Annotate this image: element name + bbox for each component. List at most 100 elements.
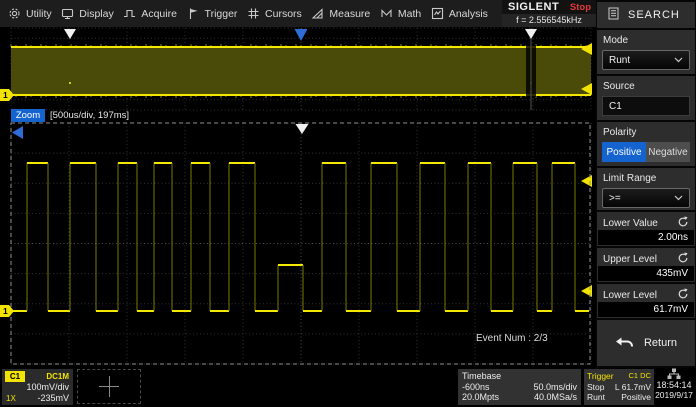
return-arrow-icon (615, 335, 635, 351)
channel1-scale: 100mV/div (26, 382, 69, 392)
upper-level-section: Upper Level 435mV (597, 248, 695, 282)
channel1-probe: 1X (6, 394, 16, 403)
clock-time: 18:54:14 (652, 380, 696, 390)
source-label: Source (597, 76, 695, 92)
zoom-window-border (11, 123, 590, 364)
zoom-timebase-info: [500us/div, 197ms] (50, 109, 129, 122)
upper-level-field[interactable]: 435mV (598, 266, 694, 281)
chevron-down-icon (674, 55, 683, 66)
zoom-tag[interactable]: Zoom (11, 109, 45, 122)
menu-item-cursors[interactable]: Cursors (247, 7, 302, 20)
search-event-marker[interactable] (64, 29, 76, 39)
list-icon (608, 7, 619, 23)
zoom-event-marker[interactable] (296, 124, 309, 134)
trigger-descriptor[interactable]: Trigger C1 DC Stop L 61.7mV Runt Positiv… (584, 369, 654, 405)
trigger-title: Trigger (587, 371, 614, 382)
channel1-descriptor[interactable]: C1 DC1M 100mV/div 1X -235mV (2, 369, 73, 405)
limit-range-label: Limit Range (597, 168, 695, 184)
channel1-badge: C1 (5, 371, 25, 382)
source-selector[interactable]: C1 (602, 96, 690, 116)
limit-range-section: Limit Range >= (597, 168, 695, 210)
lan-icon (652, 368, 696, 379)
brand-logo: SIGLENT (508, 1, 559, 13)
brand-status-box: SIGLENT Stop f = 2.556545kHz (502, 0, 596, 27)
menu-item-label: Acquire (141, 8, 177, 20)
search-event-marker[interactable] (525, 29, 537, 39)
rotate-knob-icon (677, 288, 689, 303)
trigger-status: Stop (587, 382, 605, 393)
mode-section: Mode Runt (597, 30, 695, 74)
rotate-knob-icon (677, 252, 689, 267)
source-section: Source C1 (597, 76, 695, 120)
menu-item-label: Measure (329, 8, 370, 20)
limit-range-dropdown[interactable]: >= (602, 188, 690, 208)
scope-display[interactable]: 11 (0, 0, 596, 368)
analysis-icon (431, 7, 444, 20)
menu-bar: Utility Display Acquire Trigger Cursors … (0, 0, 502, 27)
mode-value: Runt (609, 55, 630, 66)
trigger-source: C1 DC (628, 371, 651, 382)
lower-value-field[interactable]: 2.00ns (598, 230, 694, 245)
polarity-label: Polarity (597, 122, 695, 138)
return-button[interactable]: Return (597, 320, 695, 366)
polarity-positive-button[interactable]: Positive (602, 142, 646, 162)
trigger-flag-icon (187, 7, 200, 20)
menu-item-label: Trigger (205, 8, 238, 20)
polarity-negative-button[interactable]: Negative (646, 142, 690, 162)
timebase-delay: -600ns (462, 382, 490, 393)
menu-item-utility[interactable]: Utility (8, 7, 52, 20)
menu-item-measure[interactable]: Measure (311, 7, 370, 20)
display-icon (61, 7, 74, 20)
run-state-indicator[interactable]: Stop (570, 2, 591, 13)
add-channel-slot[interactable] (77, 369, 141, 404)
menu-item-display[interactable]: Display (61, 7, 113, 20)
gear-icon (8, 7, 21, 20)
menu-item-label: Display (79, 8, 113, 20)
math-icon (380, 7, 393, 20)
menu-item-label: Math (398, 8, 421, 20)
cursors-icon (247, 7, 260, 20)
menu-item-label: Cursors (265, 8, 302, 20)
sidebar-title: SEARCH (628, 9, 680, 21)
acquire-icon (123, 7, 136, 20)
lower-level-label: Lower Level (603, 290, 657, 301)
chevron-down-icon (674, 193, 683, 204)
timebase-descriptor[interactable]: Timebase -600ns 50.0ms/div 20.0Mpts 40.0… (458, 369, 581, 405)
status-bar: C1 DC1M 100mV/div 1X -235mV Timebase -60… (0, 368, 696, 407)
menu-item-label: Utility (26, 8, 52, 20)
trigger-type: Runt (587, 392, 605, 403)
event-number-readout: Event Num : 2/3 (476, 333, 548, 344)
lower-level-field[interactable]: 61.7mV (598, 302, 694, 317)
menu-item-analysis[interactable]: Analysis (431, 7, 488, 20)
lower-value-section: Lower Value 2.00ns (597, 212, 695, 246)
upper-level-label: Upper Level (603, 254, 657, 265)
rotate-knob-icon (677, 216, 689, 231)
source-value: C1 (609, 101, 622, 112)
zoom-offscreen-trigger-marker[interactable] (12, 126, 23, 139)
channel1-position-label: 1 (3, 90, 8, 100)
polarity-section: Polarity Positive Negative (597, 122, 695, 166)
search-header: SEARCH (597, 2, 695, 28)
lower-level-section: Lower Level 61.7mV (597, 284, 695, 318)
trigger-position-marker[interactable] (295, 29, 308, 41)
search-sidebar: SEARCH Mode Runt Source C1 Polarity Posi… (596, 0, 696, 368)
trigger-level: L 61.7mV (615, 382, 651, 393)
timebase-scale: 50.0ms/div (533, 382, 577, 393)
plus-icon (109, 376, 110, 397)
timebase-title: Timebase (462, 371, 501, 382)
oscilloscope-screen: 11 Utility Display Acquire Trigger Curso… (0, 0, 696, 407)
trigger-slope: Positive (621, 392, 651, 403)
timebase-samplerate: 40.0MSa/s (534, 392, 577, 403)
mode-label: Mode (597, 30, 695, 46)
clock-panel: 18:54:14 2019/9/17 (652, 368, 696, 407)
frequency-counter: f = 2.556545kHz (502, 14, 596, 27)
menu-item-math[interactable]: Math (380, 7, 421, 20)
menu-item-trigger[interactable]: Trigger (187, 7, 238, 20)
measure-icon (311, 7, 324, 20)
return-label: Return (644, 337, 677, 349)
menu-item-acquire[interactable]: Acquire (123, 7, 177, 20)
mode-dropdown[interactable]: Runt (602, 50, 690, 70)
channel1-offset: -235mV (37, 393, 69, 403)
channel1-coupling: DC1M (46, 372, 69, 381)
menu-item-label: Analysis (449, 8, 488, 20)
